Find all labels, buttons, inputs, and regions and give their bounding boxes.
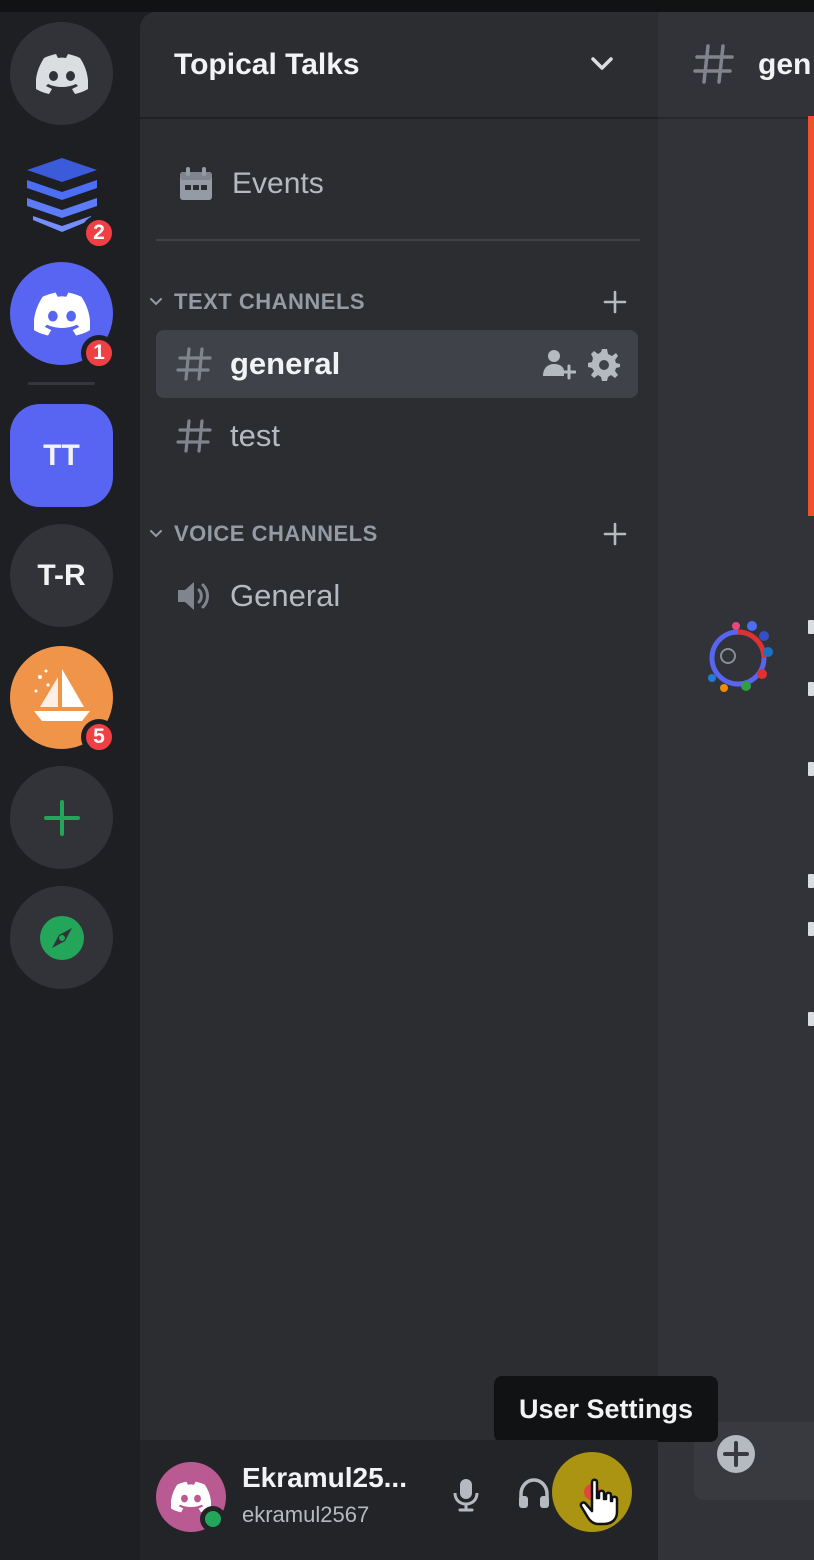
window-top-bar — [0, 0, 814, 12]
explore-servers-button[interactable] — [10, 886, 113, 989]
user-panel: Ekramul25... ekramul2567 — [140, 1440, 658, 1560]
guild-header[interactable]: Topical Talks — [140, 12, 658, 119]
message-text-fragment — [808, 874, 814, 888]
message-text-fragment — [808, 922, 814, 936]
chevron-down-icon — [150, 530, 162, 538]
chat-area: gen — [658, 12, 814, 1560]
discord-server-icon[interactable]: 1 — [10, 262, 117, 371]
voice-channel-general[interactable]: General — [156, 562, 638, 630]
sailboat-server-icon[interactable]: 5 — [10, 646, 117, 755]
sailboat-icon — [33, 668, 90, 721]
rail-separator — [28, 382, 95, 385]
banner-edge — [808, 116, 814, 516]
channel-name: general — [230, 346, 341, 381]
sidebar-divider — [156, 239, 640, 241]
server-tt[interactable]: TT — [10, 404, 113, 507]
channel-general[interactable]: general — [156, 330, 638, 398]
channel-sidebar: Topical Talks Events TEXT CHANNELS gener… — [140, 12, 658, 1560]
chat-header: gen — [658, 12, 814, 119]
unread-badge: 1 — [81, 335, 117, 371]
home-button[interactable] — [10, 22, 113, 125]
calendar-icon — [180, 167, 212, 200]
create-channel-plus-icon[interactable] — [602, 289, 628, 315]
channel-test[interactable]: test — [156, 402, 638, 470]
channel-actions — [540, 346, 622, 382]
attach-plus-icon[interactable] — [714, 1432, 758, 1476]
discord-logo-icon — [33, 291, 90, 336]
hashtag-icon — [693, 44, 734, 84]
microphone-icon — [453, 1479, 479, 1512]
channel-name: General — [230, 578, 341, 613]
hashtag-icon — [176, 419, 212, 453]
chat-channel-title: gen — [758, 48, 812, 81]
category-label: VOICE CHANNELS — [174, 521, 378, 546]
discord-logo-icon — [35, 53, 88, 94]
channel-settings-gear-icon[interactable] — [586, 346, 622, 382]
unread-badge: 5 — [81, 719, 117, 755]
server-rail: 2 1 TT T-R 5 — [0, 12, 140, 1560]
events-item[interactable]: Events — [156, 154, 646, 214]
create-channel-plus-icon[interactable] — [602, 521, 628, 547]
add-server-button[interactable] — [10, 766, 113, 869]
message-text-fragment — [808, 1012, 814, 1026]
deafen-button[interactable] — [510, 1470, 558, 1518]
compass-icon — [39, 915, 84, 960]
guild-name: Topical Talks — [174, 48, 360, 81]
hashtag-icon — [176, 347, 212, 381]
category-voice-channels[interactable]: VOICE CHANNELS — [148, 514, 638, 554]
category-text-channels[interactable]: TEXT CHANNELS — [148, 282, 638, 322]
message-text-fragment — [808, 762, 814, 776]
mute-button[interactable] — [442, 1470, 490, 1518]
plus-icon — [43, 799, 80, 836]
events-label: Events — [232, 167, 324, 200]
chevron-down-icon — [150, 298, 162, 306]
layered-server-icon[interactable]: 2 — [10, 142, 117, 251]
online-status-dot — [200, 1506, 226, 1532]
user-settings-tooltip: User Settings — [494, 1376, 718, 1442]
hand-pointer-cursor-icon — [579, 1478, 619, 1526]
speaker-icon — [178, 582, 209, 610]
channel-name: test — [230, 418, 280, 453]
message-text-fragment — [808, 620, 814, 634]
bot-avatar-icon[interactable] — [702, 616, 774, 696]
headphones-icon — [519, 1478, 549, 1508]
unread-badge: 2 — [81, 215, 117, 251]
category-label: TEXT CHANNELS — [174, 289, 366, 314]
user-display-name[interactable]: Ekramul25... — [242, 1462, 407, 1494]
server-t-r[interactable]: T-R — [10, 524, 113, 627]
user-handle: ekramul2567 — [242, 1502, 370, 1527]
chevron-down-icon — [591, 57, 613, 70]
invite-member-icon[interactable] — [540, 346, 577, 382]
message-text-fragment — [808, 682, 814, 696]
